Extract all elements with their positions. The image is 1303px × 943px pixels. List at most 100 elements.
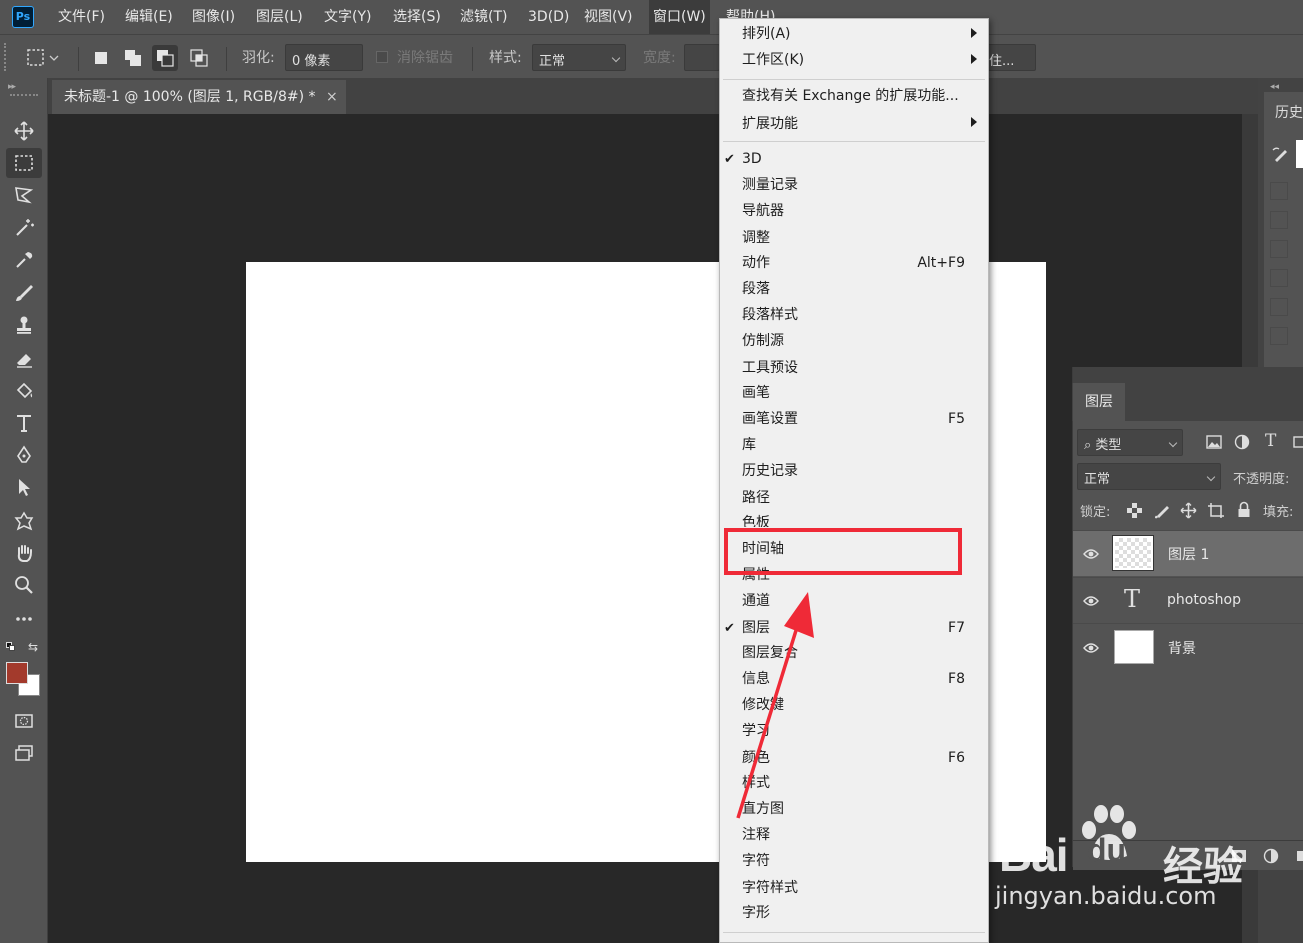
visibility-eye-icon[interactable] <box>1083 548 1099 560</box>
menu-item-character[interactable]: 字符 <box>742 849 770 874</box>
menu-item-navigator[interactable]: 导航器 <box>742 199 784 224</box>
history-state-checkbox[interactable] <box>1270 240 1288 258</box>
layer-name[interactable]: photoshop <box>1167 592 1241 608</box>
menu-image[interactable]: 图像(I) <box>192 0 235 34</box>
menu-item-workspace[interactable]: 工作区(K) <box>742 48 804 73</box>
hand-tool[interactable] <box>6 538 42 568</box>
history-snapshot-thumb[interactable] <box>1296 140 1303 168</box>
menu-item-brush-settings[interactable]: 画笔设置 <box>742 407 798 432</box>
add-selection-button[interactable] <box>120 45 146 71</box>
menu-item-history[interactable]: 历史记录 <box>742 459 798 484</box>
marquee-preset-button[interactable] <box>22 45 59 71</box>
menu-item-find-extensions[interactable]: 查找有关 Exchange 的扩展功能... <box>742 84 959 109</box>
document-tab[interactable]: 未标题-1 @ 100% (图层 1, RGB/8#) * × <box>52 80 346 114</box>
menu-item-arrange[interactable]: 排列(A) <box>742 22 791 47</box>
menu-item-adjustments[interactable]: 调整 <box>742 226 770 251</box>
pen-tool[interactable] <box>6 440 42 470</box>
lock-transparency-icon[interactable] <box>1127 503 1142 518</box>
menu-item-actions[interactable]: 动作 <box>742 251 770 276</box>
adjustment-filter-icon[interactable] <box>1234 434 1250 450</box>
screen-mode-button[interactable] <box>6 738 42 768</box>
menu-item-libraries[interactable]: 库 <box>742 433 756 458</box>
history-panel-tab[interactable]: 历史记录 <box>1264 92 1303 132</box>
layer-thumbnail[interactable] <box>1112 535 1154 571</box>
lock-pixels-icon[interactable] <box>1154 502 1171 519</box>
layers-panel-titlebar[interactable] <box>1073 367 1303 383</box>
zoom-tool[interactable] <box>6 570 42 600</box>
visibility-eye-icon[interactable] <box>1083 642 1099 654</box>
menu-item-brushes[interactable]: 画笔 <box>742 381 770 406</box>
menu-select[interactable]: 选择(S) <box>393 0 441 34</box>
menu-item-glyphs[interactable]: 字形 <box>742 901 770 926</box>
visibility-eye-icon[interactable] <box>1083 595 1099 607</box>
menu-edit[interactable]: 编辑(E) <box>125 0 173 34</box>
menu-layer[interactable]: 图层(L) <box>256 0 303 34</box>
lock-all-icon[interactable] <box>1237 501 1251 518</box>
width-input[interactable] <box>684 44 720 71</box>
menu-item-3d[interactable]: 3D <box>742 147 762 172</box>
blend-mode-select[interactable]: 正常 <box>1077 463 1221 490</box>
annotation-arrow <box>736 592 814 819</box>
menu-window[interactable]: 窗口(W) <box>649 0 710 34</box>
brush-tool[interactable] <box>6 278 42 308</box>
history-state-checkbox[interactable] <box>1270 182 1288 200</box>
menu-file[interactable]: 文件(F) <box>58 0 105 34</box>
move-tool[interactable] <box>6 116 42 146</box>
layers-tab[interactable]: 图层 <box>1073 383 1125 421</box>
menu-item-paragraph-styles[interactable]: 段落样式 <box>742 303 798 328</box>
magic-wand-tool[interactable] <box>6 212 42 242</box>
new-group-icon[interactable] <box>1295 848 1303 864</box>
menu-item-swatches[interactable]: 色板 <box>742 511 770 527</box>
clone-stamp-tool[interactable] <box>6 310 42 340</box>
layer-name[interactable]: 图层 1 <box>1168 544 1209 564</box>
image-filter-icon[interactable] <box>1206 434 1222 450</box>
history-state-checkbox[interactable] <box>1270 269 1288 287</box>
path-selection-tool[interactable] <box>6 472 42 502</box>
new-selection-button[interactable] <box>88 45 114 71</box>
lock-artboard-icon[interactable] <box>1207 502 1225 519</box>
lock-position-icon[interactable] <box>1180 502 1197 519</box>
menu-type[interactable]: 文字(Y) <box>324 0 371 34</box>
history-state-checkbox[interactable] <box>1270 327 1288 345</box>
swap-colors-icon[interactable]: ⇆ <box>28 640 38 654</box>
shape-filter-icon[interactable] <box>1292 434 1303 450</box>
history-brush-icon[interactable] <box>1270 144 1292 166</box>
intersect-selection-button[interactable] <box>186 45 212 71</box>
history-state-checkbox[interactable] <box>1270 211 1288 229</box>
menu-3d[interactable]: 3D(D) <box>528 0 569 34</box>
edit-toolbar-button[interactable] <box>6 604 42 634</box>
layer-name[interactable]: 背景 <box>1168 638 1196 658</box>
menu-view[interactable]: 视图(V) <box>584 0 633 34</box>
expand-panels-icon[interactable]: ◂◂ <box>1270 82 1279 92</box>
menu-item-extensions[interactable]: 扩展功能 <box>742 112 798 137</box>
divider <box>226 47 227 71</box>
menu-item-measurement-log[interactable]: 测量记录 <box>742 173 798 198</box>
collapse-icon[interactable]: ▸▸ <box>8 82 16 92</box>
menu-filter[interactable]: 滤镜(T) <box>460 0 507 34</box>
text-layer-icon[interactable]: T <box>1124 585 1140 613</box>
history-state-checkbox[interactable] <box>1270 298 1288 316</box>
quick-mask-button[interactable] <box>6 706 42 736</box>
menu-item-clone-source[interactable]: 仿制源 <box>742 329 784 354</box>
eyedropper-tool[interactable] <box>6 244 42 274</box>
lasso-tool[interactable] <box>6 180 42 210</box>
subtract-selection-button[interactable] <box>152 45 178 71</box>
feather-input[interactable]: 0 像素 <box>285 44 363 71</box>
layer-thumbnail[interactable] <box>1114 630 1154 664</box>
foreground-color-swatch[interactable] <box>6 662 28 684</box>
rectangular-marquee-tool[interactable] <box>6 148 42 178</box>
custom-shape-tool[interactable] <box>6 506 42 536</box>
menu-item-tool-presets[interactable]: 工具预设 <box>742 356 798 381</box>
antialias-checkbox[interactable] <box>376 51 388 63</box>
type-tool[interactable] <box>6 408 42 438</box>
paint-bucket-tool[interactable] <box>6 376 42 406</box>
type-filter-icon[interactable]: T <box>1265 431 1276 451</box>
menu-item-paragraph[interactable]: 段落 <box>742 277 770 302</box>
close-tab-icon[interactable]: × <box>326 80 338 114</box>
layer-filter-select[interactable]: ⌕ 类型 <box>1077 429 1183 456</box>
menu-item-paths[interactable]: 路径 <box>742 486 770 511</box>
default-colors-icon[interactable] <box>6 642 16 652</box>
style-select[interactable]: 正常 <box>532 44 626 71</box>
eraser-tool[interactable] <box>6 344 42 374</box>
menu-item-character-styles[interactable]: 字符样式 <box>742 876 798 901</box>
